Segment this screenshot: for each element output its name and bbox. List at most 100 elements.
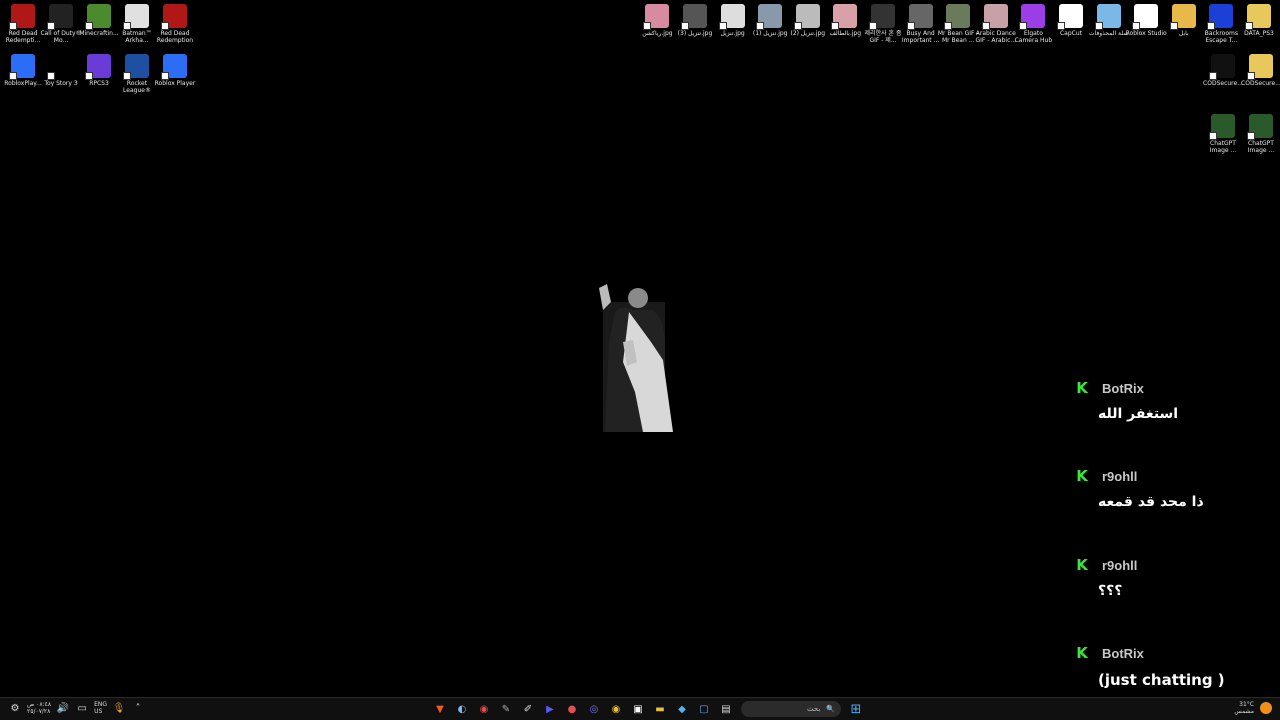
image-icon xyxy=(681,4,707,30)
shortcut-arrow-icon xyxy=(981,22,990,30)
desktop-icon[interactable]: RPCS3 xyxy=(80,54,118,87)
copilot-icon[interactable]: ◆ xyxy=(675,702,689,716)
desktop-icon[interactable]: بالطالف.jpg xyxy=(826,4,864,37)
folder-icon xyxy=(1247,54,1273,80)
clock-time: ٠٨:٤٨ ص xyxy=(27,701,52,708)
language-indicator[interactable]: ENG US xyxy=(94,701,107,715)
chat-username: BotRix xyxy=(1102,645,1144,661)
desktop-icon[interactable]: Minecraftin... xyxy=(79,4,119,37)
image-icon xyxy=(1247,114,1273,140)
chevron-up-icon[interactable]: ˄ xyxy=(131,701,145,715)
weather-widget[interactable]: 31°C مشمس xyxy=(1234,701,1272,715)
shortcut-arrow-icon xyxy=(681,22,689,30)
desktop-icon[interactable]: Rocket League® xyxy=(118,54,156,94)
shortcut-arrow-icon xyxy=(1209,132,1217,140)
desktop-icon[interactable]: Red Dead Redemption xyxy=(156,4,194,44)
shortcut-arrow-icon xyxy=(47,22,55,30)
shortcut-arrow-icon xyxy=(161,22,169,30)
shortcut-arrow-icon xyxy=(831,22,840,30)
sketch-icon[interactable]: ✐ xyxy=(521,702,535,716)
desktop-icon[interactable]: تنزيل (3).jpg xyxy=(676,4,714,37)
shortcut-arrow-icon xyxy=(123,72,131,80)
shortcut-arrow-icon xyxy=(1247,72,1255,80)
desktop-icon[interactable]: Busy And Important ... xyxy=(902,4,940,44)
desktop-icon-label: CODSecure... xyxy=(1241,80,1280,87)
brave-icon[interactable]: ▼ xyxy=(433,702,447,716)
desktop-icon[interactable]: Elgato Camera Hub xyxy=(1014,4,1052,44)
discord-icon[interactable]: ◎ xyxy=(587,702,601,716)
shortcut-arrow-icon xyxy=(643,22,652,30)
image-icon xyxy=(1209,114,1235,140)
media-player-icon[interactable]: ▶ xyxy=(543,702,557,716)
desktop-icon[interactable]: RobloxPlay... xyxy=(4,54,42,87)
desktop-icon[interactable]: Call of Duty® Mo... xyxy=(40,4,82,44)
microphone-icon[interactable]: 🎙 xyxy=(112,701,126,715)
roblox-studio-icon xyxy=(1132,4,1159,30)
shortcut-arrow-icon xyxy=(869,22,877,30)
desktop-icon[interactable]: Roblox Player xyxy=(154,54,196,87)
rdr-icon xyxy=(9,4,35,30)
chat-text: ؟؟؟ xyxy=(1098,583,1123,599)
clock[interactable]: ٠٨:٤٨ ص ٢٥/٠٧/٢٨ xyxy=(27,701,51,715)
desktop-icon[interactable]: Backrooms Escape T... xyxy=(1202,4,1240,44)
chrome-icon[interactable]: ◉ xyxy=(609,702,623,716)
desktop-icon[interactable]: CapCut xyxy=(1052,4,1090,37)
desktop-icon[interactable]: ChatGPT Image ... xyxy=(1242,114,1280,154)
desktop-icon[interactable]: تنزيل (1).jpg xyxy=(751,4,789,37)
desktop-icon[interactable]: Roblox Studio xyxy=(1126,4,1167,37)
clock-date: ٢٥/٠٧/٢٨ xyxy=(27,708,51,715)
desktop-icon[interactable]: Red Dead Redempti... xyxy=(4,4,42,44)
steam-icon[interactable]: ◐ xyxy=(455,702,469,716)
app-icon[interactable]: ✎ xyxy=(499,702,513,716)
store-icon[interactable]: ▣ xyxy=(631,702,645,716)
image-icon xyxy=(756,4,783,30)
app-badge-icon[interactable]: ● xyxy=(565,702,579,716)
lang-code: ENG xyxy=(94,701,108,708)
system-tray: ⚙ ٠٨:٤٨ ص ٢٥/٠٧/٢٨ 🔊 ▭ ENG US 🎙 ˄ xyxy=(8,701,145,715)
desktop-icon-label: DATA_PS3 xyxy=(1244,30,1274,37)
batman-icon xyxy=(123,4,149,30)
kick-badge-icon: K xyxy=(1076,556,1088,574)
shortcut-arrow-icon xyxy=(944,22,953,30)
desktop-icon[interactable]: تنزيل (2).jpg xyxy=(789,4,827,37)
desktop-icon[interactable]: سلة المحذوفات xyxy=(1089,4,1128,37)
window-icon[interactable]: ▢ xyxy=(697,702,711,716)
desktop-icon[interactable]: 제리한사 혼 좀 GIF - 제... xyxy=(864,4,902,44)
rdr-icon xyxy=(161,4,187,30)
cod-icon xyxy=(1209,54,1235,80)
shortcut-arrow-icon xyxy=(9,72,17,80)
folder-icon xyxy=(1169,4,1196,30)
chat-message: K BotRix استغفر الله xyxy=(1074,379,1274,422)
backrooms-icon xyxy=(1207,4,1234,30)
gif-icon xyxy=(906,4,933,30)
chat-message: K BotRix (just chatting ) xyxy=(1074,644,1274,689)
search-box[interactable]: بحث 🔍 xyxy=(741,701,841,717)
desktop-icon[interactable]: تنزيل.jpg xyxy=(714,4,752,37)
volume-icon[interactable]: 🔊 xyxy=(56,701,70,715)
file-explorer-icon[interactable]: ▬ xyxy=(653,702,667,716)
start-icon[interactable]: ⊞ xyxy=(849,702,863,717)
settings-icon[interactable]: ⚙ xyxy=(8,701,22,715)
obs-icon[interactable]: ◉ xyxy=(477,702,491,716)
desktop-icon[interactable]: CODSecure... xyxy=(1203,54,1243,87)
desktop-icon[interactable]: DATA_PS3 xyxy=(1240,4,1278,37)
image-icon xyxy=(793,4,820,30)
desktop-icon[interactable]: Arabic Dance GIF - Arabic... xyxy=(976,4,1016,44)
desktop-icon[interactable]: CODSecure... xyxy=(1241,54,1280,87)
network-icon[interactable]: ▭ xyxy=(75,701,89,715)
desktop-icon-label: Roblox Player xyxy=(154,80,196,87)
chat-message: Kr9ohll ؟؟؟ xyxy=(1074,556,1274,599)
mw-icon xyxy=(47,4,73,30)
desktop-icon[interactable]: بابل xyxy=(1165,4,1203,37)
desktop-icon[interactable]: Batman™ Arkha... xyxy=(118,4,156,44)
desktop-icon[interactable]: Mr Bean GIF - Mr Bean ... xyxy=(938,4,979,44)
rpcs3-icon xyxy=(85,54,111,80)
recycle-bin-icon xyxy=(1094,4,1121,30)
desktop-icon[interactable]: رياكشن.jpg xyxy=(638,4,676,37)
image-icon xyxy=(643,4,670,30)
desktop-icon[interactable]: Toy Story 3 xyxy=(42,54,80,87)
shortcut-arrow-icon xyxy=(1169,22,1178,30)
shortcut-arrow-icon xyxy=(123,22,131,30)
desktop-icon[interactable]: ChatGPT Image ... xyxy=(1204,114,1242,154)
task-view-icon[interactable]: ▤ xyxy=(719,702,733,716)
